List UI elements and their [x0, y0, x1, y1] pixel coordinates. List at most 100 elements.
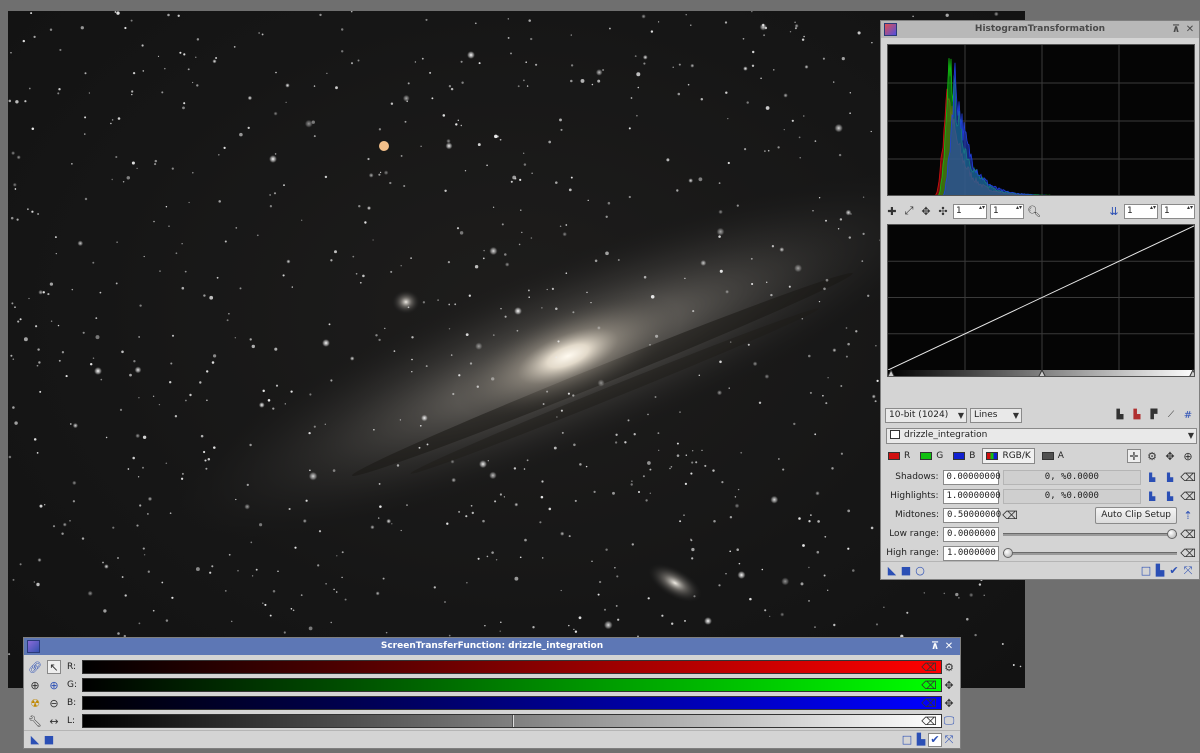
apply-icon[interactable]: ✔: [1167, 564, 1181, 578]
high-range-slider[interactable]: [1003, 546, 1177, 561]
star: [378, 482, 381, 485]
shadows-clip-icon[interactable]: ▙: [1163, 470, 1177, 484]
histogram-view-icon[interactable]: ▙: [1113, 408, 1127, 422]
shadows-auto-icon[interactable]: ▙: [1145, 470, 1159, 484]
histogram-transformation-window[interactable]: HistogramTransformation ⊼ ✕ ✚ ⤢ ✥ ✣ 1 1 …: [880, 20, 1200, 580]
apply-icon[interactable]: ✔: [928, 732, 942, 747]
high-range-field[interactable]: 1.0000000: [943, 545, 999, 561]
shade-icon[interactable]: ⊼: [1169, 21, 1183, 38]
low-range-row: Low range: 0.0000000 ⌫: [885, 525, 1196, 543]
channel-r[interactable]: R: [885, 448, 913, 464]
magnifier-icon[interactable]: 🔍︎: [1027, 204, 1041, 218]
zoom-all-icon[interactable]: ✥: [919, 204, 933, 218]
stf-r-reset-icon[interactable]: ⌫: [921, 660, 937, 674]
shadows-field[interactable]: 0.00000000: [942, 469, 1001, 485]
readout-icon[interactable]: ✥: [1163, 449, 1177, 463]
stf-center-icon[interactable]: ✥: [942, 696, 956, 710]
channel-zoom-x-spinner[interactable]: 1: [1124, 203, 1158, 219]
graph-style-select[interactable]: Lines: [970, 407, 1022, 423]
image-view-drizzle-integration[interactable]: [8, 11, 1025, 688]
center-icon[interactable]: ⊕: [1181, 449, 1195, 463]
pan-icon[interactable]: ✣: [936, 204, 950, 218]
zoom-in-alt-icon[interactable]: ⊕: [47, 678, 61, 692]
reset-icon[interactable]: ⤧: [942, 733, 956, 747]
highlights-clip-icon[interactable]: ▙: [1163, 489, 1177, 503]
stf-b-bar[interactable]: [82, 696, 942, 710]
stf-readout-icon[interactable]: ✥: [942, 678, 956, 692]
settings-gear-icon[interactable]: ⚙: [1145, 449, 1159, 463]
grid-icon[interactable]: #: [1181, 408, 1195, 422]
zoom-x-spinner[interactable]: 1: [953, 203, 987, 219]
high-range-reset-icon[interactable]: ⌫: [1180, 546, 1196, 560]
midtones-field[interactable]: 0.50000000: [943, 507, 1001, 523]
monitor-icon[interactable]: 🖵︎: [942, 714, 956, 728]
zoom-out-icon[interactable]: ⊖: [47, 696, 61, 710]
view-selector[interactable]: drizzle_integration: [886, 428, 1197, 444]
wrench-icon[interactable]: 🔧︎: [28, 714, 42, 728]
highlights-field[interactable]: 1.00000000: [942, 488, 1001, 504]
low-range-knob[interactable]: [1167, 528, 1177, 539]
star: [519, 178, 522, 181]
close-icon[interactable]: ✕: [1183, 21, 1197, 38]
low-range-reset-icon[interactable]: ⌫: [1180, 527, 1196, 541]
stf-l-midtone-marker[interactable]: [512, 715, 514, 727]
star: [355, 272, 358, 275]
zoom-y-spinner[interactable]: 1: [990, 203, 1024, 219]
stf-b-reset-icon[interactable]: ⌫: [921, 696, 937, 710]
high-range-knob[interactable]: [1003, 547, 1013, 558]
link-channels-icon[interactable]: 🔗︎: [28, 660, 42, 674]
stf-settings-icon[interactable]: ⚙: [942, 660, 956, 674]
channel-rgbk[interactable]: RGB/K: [982, 448, 1035, 464]
highlights-auto-icon[interactable]: ▙: [1145, 489, 1159, 503]
auto-stretch-icon[interactable]: ☢: [28, 696, 42, 710]
zoom-in-icon[interactable]: ⊕: [28, 678, 42, 692]
channel-zoom-y-spinner[interactable]: 1: [1161, 203, 1195, 219]
new-instance-icon[interactable]: ◣: [28, 733, 42, 747]
edit-instance-icon[interactable]: ▙: [1153, 564, 1167, 578]
shadows-reset-icon[interactable]: ⌫: [1180, 470, 1196, 484]
collapse-icon[interactable]: ⇊: [1107, 204, 1121, 218]
horizontal-zoom-icon[interactable]: ↔: [47, 714, 61, 728]
channel-g[interactable]: G: [917, 448, 946, 464]
edit-point-icon[interactable]: ✚: [885, 204, 899, 218]
shade-icon[interactable]: ⊼: [928, 638, 942, 655]
low-range-field[interactable]: 0.0000000: [943, 526, 999, 542]
resolution-select[interactable]: 10-bit (1024): [885, 407, 967, 423]
crosshair-icon[interactable]: ✛: [1127, 449, 1141, 463]
apply-global-icon[interactable]: ■: [899, 564, 913, 578]
auto-clip-setup-button[interactable]: Auto Clip Setup: [1095, 506, 1177, 524]
star: [612, 491, 615, 495]
stf-titlebar[interactable]: ScreenTransferFunction: drizzle_integrat…: [24, 638, 960, 655]
star: [560, 409, 563, 412]
star: [65, 375, 68, 378]
stf-r-bar[interactable]: [82, 660, 942, 674]
stf-g-reset-icon[interactable]: ⌫: [921, 678, 937, 692]
reset-icon[interactable]: ⤧: [1181, 564, 1195, 578]
stf-l-reset-icon[interactable]: ⌫: [921, 714, 937, 728]
browse-docs-icon[interactable]: □: [900, 733, 914, 747]
highlights-reset-icon[interactable]: ⌫: [1180, 489, 1196, 503]
curve-view-icon[interactable]: ⟋: [1164, 408, 1178, 422]
histogram-plot[interactable]: [887, 44, 1195, 196]
transfer-curve-plot[interactable]: [887, 224, 1195, 377]
channel-b[interactable]: B: [950, 448, 978, 464]
browse-docs-icon[interactable]: □: [1139, 564, 1153, 578]
new-instance-icon[interactable]: ◣: [885, 564, 899, 578]
zoom-fit-icon[interactable]: ⤢: [902, 204, 916, 218]
histogram-combined-icon[interactable]: ▛: [1147, 408, 1161, 422]
screen-transfer-function-window[interactable]: ScreenTransferFunction: drizzle_integrat…: [23, 637, 961, 749]
pointer-icon[interactable]: ↖: [47, 660, 61, 674]
star: [384, 327, 386, 330]
stf-l-bar[interactable]: [82, 714, 942, 728]
auto-clip-arrow-icon[interactable]: ⇡: [1181, 508, 1195, 522]
histogram-titlebar[interactable]: HistogramTransformation ⊼ ✕: [881, 21, 1199, 38]
apply-global-icon[interactable]: ■: [42, 733, 56, 747]
midtones-reset-icon[interactable]: ⌫: [1002, 508, 1018, 522]
edit-instance-icon[interactable]: ▙: [914, 733, 928, 747]
realtime-preview-icon[interactable]: ○: [913, 564, 927, 578]
channel-a[interactable]: A: [1039, 448, 1067, 464]
close-icon[interactable]: ✕: [942, 638, 956, 655]
stf-g-bar[interactable]: [82, 678, 942, 692]
low-range-slider[interactable]: [1003, 527, 1177, 542]
histogram-log-icon[interactable]: ▙: [1130, 408, 1144, 422]
